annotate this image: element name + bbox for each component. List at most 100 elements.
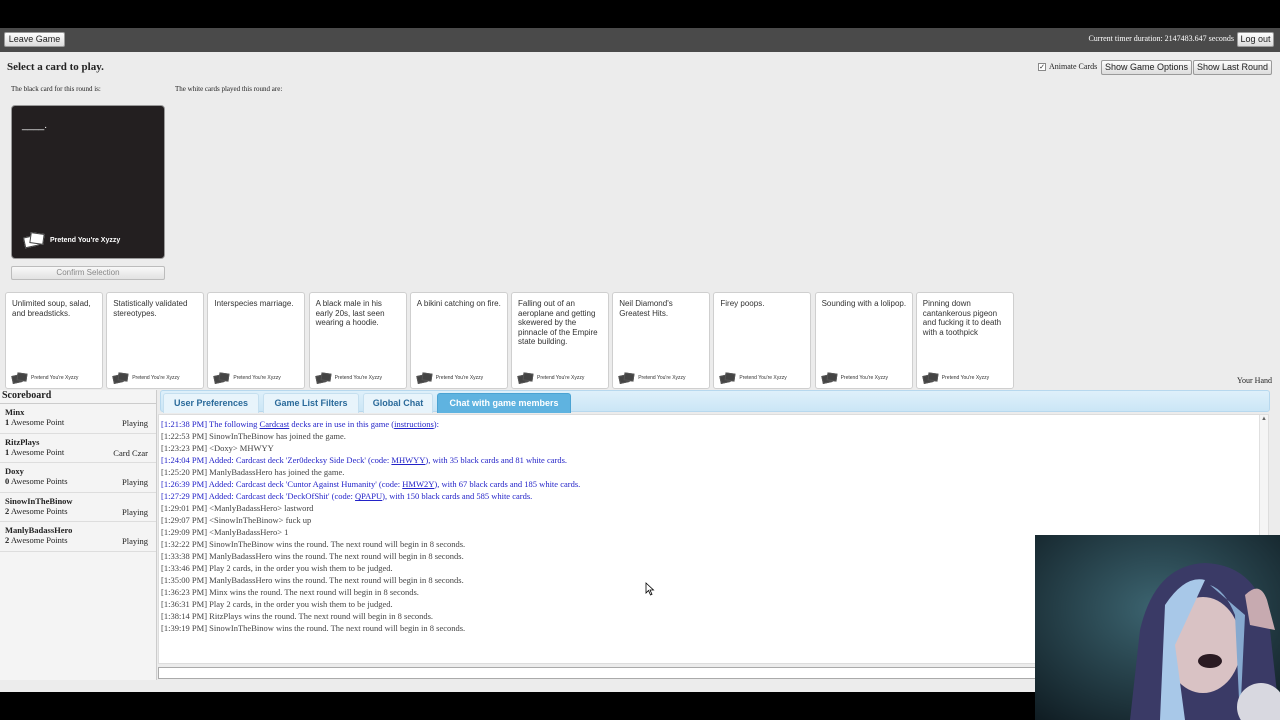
cards-logo-icon — [922, 372, 939, 384]
hand-card[interactable]: Falling out of an aeroplane and getting … — [511, 292, 609, 389]
deck-code-link[interactable]: QPAPU — [355, 491, 382, 501]
chat-text: The following — [207, 419, 260, 429]
chat-timestamp: [1:24:04 PM] — [161, 455, 208, 465]
chat-timestamp: [1:29:01 PM] — [161, 503, 208, 513]
card-logo: Pretend You're Xyzzy — [517, 372, 584, 384]
player-status: Playing — [122, 477, 148, 487]
cards-logo-icon — [719, 372, 736, 384]
cardcast-link[interactable]: Cardcast — [260, 419, 290, 429]
player-score: 1 — [5, 417, 10, 427]
cards-logo-icon — [618, 372, 635, 384]
brand-label: Pretend You're Xyzzy — [739, 374, 787, 381]
chat-text: RitzPlays wins the round. The next round… — [207, 611, 434, 621]
black-card-text: ____. — [22, 120, 48, 131]
tab-user-preferences[interactable]: User Preferences — [163, 393, 259, 413]
show-last-round-button[interactable]: Show Last Round — [1193, 60, 1272, 75]
points-label: Awesome Point — [10, 446, 65, 457]
card-logo: Pretend You're Xyzzy — [213, 372, 281, 384]
show-game-options-button[interactable]: Show Game Options — [1101, 60, 1192, 75]
brand-label: Pretend You're Xyzzy — [132, 374, 180, 381]
player-name: Doxy — [5, 466, 24, 476]
chat-text: Play 2 cards, in the order you wish them… — [207, 563, 393, 573]
chat-timestamp: [1:38:14 PM] — [161, 611, 208, 621]
logout-button[interactable]: Log out — [1237, 32, 1274, 47]
mouse-cursor-icon — [645, 582, 655, 596]
tab-chat-with-game-members[interactable]: Chat with game members — [437, 393, 571, 413]
chat-timestamp: [1:29:09 PM] — [161, 527, 208, 537]
hand-card[interactable]: A black male in his early 20s, last seen… — [308, 292, 407, 389]
hand-card[interactable]: Pinning down cantankerous pigeon and fuc… — [915, 292, 1014, 389]
chat-text: <Doxy> MHWYY — [207, 443, 274, 453]
instructions-link[interactable]: instructions — [394, 419, 434, 429]
page-title: Select a card to play. — [7, 61, 104, 73]
leave-game-button[interactable]: Leave Game — [4, 32, 65, 47]
chat-timestamp: [1:36:31 PM] — [161, 599, 208, 609]
hand-card[interactable]: Firey poops. Pretend You're Xyzzy — [713, 292, 812, 389]
chat-text: SinowInTheBinow has joined the game. — [207, 431, 346, 441]
hand-card[interactable]: Neil Diamond's Greatest Hits. Pretend You… — [612, 292, 711, 389]
chat-text: Play 2 cards, in the order you wish them… — [207, 599, 393, 609]
hand-card[interactable]: Unlimited soup, salad, and breadsticks. P… — [5, 292, 103, 389]
scoreboard: Scoreboard Minx 1 Awesome Point Playing Rit… — [0, 390, 157, 680]
chat-timestamp: [1:33:38 PM] — [161, 551, 208, 561]
points-label: Awesome Points — [10, 535, 68, 545]
chat-timestamp: [1:35:00 PM] — [161, 575, 208, 585]
deck-code-link[interactable]: MHWYY — [391, 455, 425, 465]
card-text: Firey poops. — [720, 299, 765, 308]
chat-text: <SinowInTheBinow> fuck up — [207, 515, 312, 525]
tab-global-chat[interactable]: Global Chat — [363, 393, 433, 413]
brand-label: Pretend You're Xyzzy — [840, 374, 888, 381]
brand-label: Pretend You're Xyzzy — [50, 236, 121, 244]
card-text: Statistically validated stereotypes. — [113, 299, 188, 318]
scroll-up-arrow-icon[interactable]: ▲ — [1261, 416, 1267, 422]
card-text: Neil Diamond's Greatest Hits. — [619, 299, 673, 318]
chat-message: [1:29:07 PM] <SinowInTheBinow> fuck up — [161, 514, 1268, 526]
chat-text: ), with 150 black cards and 585 white ca… — [382, 491, 533, 501]
player-name: SinowInTheBinow — [5, 495, 73, 506]
hand-card[interactable]: Sounding with a lolipop. Pretend You're X… — [814, 292, 913, 389]
chat-tabs: User Preferences Game List Filters Globa… — [160, 390, 1270, 413]
chat-message: [1:22:53 PM] SinowInTheBinow has joined … — [161, 430, 1268, 442]
card-logo: Pretend You're Xyzzy — [314, 372, 382, 384]
chat-message: [1:25:20 PM] ManlyBadassHero has joined … — [161, 466, 1268, 478]
confirm-selection-button[interactable]: Confirm Selection — [11, 266, 165, 280]
cards-logo-icon — [517, 372, 534, 384]
chat-text: ManlyBadassHero has joined the game. — [207, 467, 345, 477]
player-status: Card Czar — [113, 447, 148, 458]
black-card-label: The black card for this round is: — [11, 85, 101, 93]
chat-text: SinowInTheBinow wins the round. The next… — [207, 623, 466, 633]
hand-card[interactable]: A bikini catching on fire. Pretend You're… — [409, 292, 508, 389]
hand-card[interactable]: Interspecies marriage. Pretend You're Xyz… — [207, 292, 306, 389]
hand-card[interactable]: Statistically validated stereotypes. Pret… — [106, 292, 205, 389]
chat-text: decks are in use in this game ( — [289, 419, 395, 429]
player-score: 0 — [5, 476, 10, 486]
chat-timestamp: [1:36:23 PM] — [161, 587, 208, 597]
cards-logo-icon — [416, 372, 433, 384]
chat-timestamp: [1:23:23 PM] — [161, 443, 208, 453]
chat-timestamp: [1:26:39 PM] — [161, 479, 208, 489]
top-bar: Leave Game Current timer duration: 21474… — [0, 28, 1280, 52]
deck-code-link[interactable]: HMW2Y — [402, 479, 434, 489]
player-status: Playing — [122, 536, 148, 546]
card-text: Falling out of an aeroplane and getting … — [518, 299, 598, 346]
player-status: Playing — [122, 506, 148, 517]
brand-label: Pretend You're Xyzzy — [638, 374, 686, 381]
chat-text: <ManlyBadassHero> 1 — [207, 527, 289, 537]
card-text: Unlimited soup, salad, and breadsticks. — [12, 299, 91, 318]
chat-text: SinowInTheBinow wins the round. The next… — [207, 539, 466, 549]
player-status: Playing — [122, 418, 148, 428]
card-logo: Pretend You're Xyzzy — [719, 372, 787, 384]
chat-message: [1:27:29 PM] Added: Cardcast deck 'DeckO… — [161, 490, 1268, 502]
chat-timestamp: [1:27:29 PM] — [161, 491, 208, 501]
card-text: A bikini catching on fire. — [416, 299, 501, 308]
animate-cards-checkbox[interactable]: ✓ — [1038, 62, 1046, 71]
card-logo: Pretend You're Xyzzy — [922, 372, 989, 384]
chat-text: Added: Cardcast deck 'Cuntor Against Hum… — [207, 479, 403, 489]
animate-cards-option[interactable]: ✓ Animate Cards — [1038, 62, 1097, 71]
chat-timestamp: [1:39:19 PM] — [161, 623, 208, 633]
card-logo: Pretend You're Xyzzy — [11, 372, 78, 384]
player-name: RitzPlays — [5, 436, 40, 447]
tab-game-list-filters[interactable]: Game List Filters — [263, 393, 359, 413]
chat-text: <ManlyBadassHero> lastword — [207, 503, 314, 513]
points-label: Awesome Point — [10, 417, 65, 427]
